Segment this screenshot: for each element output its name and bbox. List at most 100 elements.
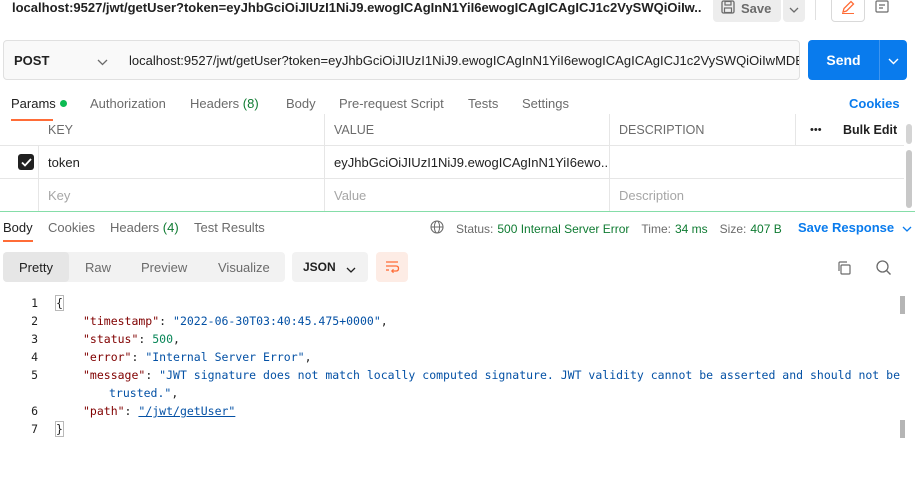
panel-resize-handle[interactable] (0, 211, 915, 212)
code-line-5: "message": "JWT signature does not match… (83, 368, 900, 382)
edit-button[interactable] (831, 0, 865, 22)
line-number: 4 (31, 350, 38, 364)
format-label: JSON (303, 260, 336, 274)
editor-scrollbar-bottom[interactable] (900, 420, 905, 438)
send-button[interactable]: Send (808, 40, 879, 80)
param-key[interactable]: token (38, 146, 324, 178)
json-link[interactable]: "/jwt/getUser" (138, 404, 235, 418)
response-tab-body[interactable]: Body (3, 220, 33, 235)
time-value[interactable]: 34 ms (675, 222, 708, 236)
pencil-icon (840, 0, 856, 18)
save-response-label: Save Response (798, 220, 895, 235)
cookies-link[interactable]: Cookies (849, 96, 900, 111)
tab-tests[interactable]: Tests (468, 96, 498, 111)
tab-headers-label: Headers (190, 96, 240, 111)
code-line-7: } (55, 420, 64, 438)
response-view-switcher: Pretty Raw Preview Visualize (3, 252, 285, 282)
code-line-5-wrap: trusted.", (109, 386, 179, 400)
json-key: "message" (83, 368, 146, 382)
documentation-icon (874, 0, 890, 18)
view-visualize-button[interactable]: Visualize (218, 252, 270, 282)
copy-icon[interactable] (836, 260, 852, 279)
documentation-button[interactable] (868, 0, 896, 22)
bulk-edit-button[interactable]: Bulk Edit (833, 114, 904, 145)
format-select[interactable]: JSON (292, 252, 368, 282)
view-pretty-button[interactable]: Pretty (3, 252, 69, 282)
code-line-3: "status": 500, (83, 332, 180, 346)
param-new-row: Key Value Description (0, 179, 904, 211)
size-value[interactable]: 407 B (750, 222, 781, 236)
col-divider (795, 114, 796, 145)
tab-headers[interactable]: Headers (8) (190, 96, 259, 111)
json-key: "path" (83, 404, 125, 418)
toolbar-divider (815, 0, 816, 20)
response-meta: Status: 500 Internal Server Error Time: … (430, 220, 782, 237)
checkmark-icon (18, 154, 34, 170)
request-name[interactable]: localhost:9527/jwt/getUser?token=eyJhbGc… (12, 0, 702, 16)
params-scrollbar-thumb[interactable] (906, 150, 912, 208)
response-headers-label: Headers (110, 220, 160, 235)
tab-params-label: Params (11, 96, 56, 111)
response-tab-headers[interactable]: Headers (4) (110, 220, 179, 235)
tab-settings[interactable]: Settings (522, 96, 569, 111)
chevron-down-icon (888, 53, 899, 68)
param-description[interactable] (609, 146, 904, 178)
active-response-tab-indicator (3, 240, 33, 242)
save-icon (721, 0, 735, 17)
response-tab-cookies[interactable]: Cookies (48, 220, 95, 235)
open-brace: { (55, 295, 64, 311)
param-enabled-checkbox[interactable] (8, 146, 38, 178)
view-preview-button[interactable]: Preview (141, 252, 187, 282)
col-value-header: VALUE (334, 122, 375, 137)
json-string: trusted." (109, 386, 172, 400)
chevron-down-icon (789, 1, 799, 16)
size-label: Size: (719, 221, 747, 236)
save-options-button[interactable] (783, 0, 805, 22)
new-description-input[interactable]: Description (609, 179, 904, 211)
code-line-1: { (55, 294, 64, 312)
send-options-button[interactable] (880, 40, 907, 80)
line-number: 5 (31, 368, 38, 382)
request-title-bar: localhost:9527/jwt/getUser?token=eyJhbGc… (0, 0, 915, 30)
globe-icon[interactable] (430, 220, 444, 237)
json-string: "2022-06-30T03:40:45.475+0000" (173, 314, 381, 328)
editor-scrollbar-top[interactable] (900, 296, 905, 314)
json-string: "JWT signature does not match locally co… (159, 368, 900, 382)
tab-prerequest-script[interactable]: Pre-request Script (339, 96, 444, 111)
code-line-6: "path": "/jwt/getUser" (83, 404, 236, 418)
method-select[interactable]: POST (3, 40, 119, 80)
line-number: 3 (31, 332, 38, 346)
search-icon[interactable] (875, 259, 892, 279)
chevron-down-icon (97, 54, 108, 69)
status-label: Status: (456, 221, 494, 236)
json-number: 500 (152, 332, 174, 346)
params-header-row: KEY VALUE DESCRIPTION ••• Bulk Edit (0, 114, 904, 146)
response-tab-test-results[interactable]: Test Results (194, 220, 265, 235)
time-label: Time: (641, 221, 671, 236)
close-brace: } (55, 421, 64, 437)
params-active-dot (59, 100, 67, 107)
json-key: "timestamp" (83, 314, 160, 328)
status-value[interactable]: 500 Internal Server Error (497, 222, 629, 236)
line-number: 2 (31, 314, 38, 328)
more-options-button[interactable]: ••• (800, 114, 830, 145)
chevron-down-icon (346, 262, 356, 276)
wrap-lines-button[interactable] (376, 252, 408, 282)
line-number: 7 (31, 422, 38, 436)
url-input[interactable]: localhost:9527/jwt/getUser?token=eyJhbGc… (118, 40, 800, 80)
new-value-input[interactable]: Value (324, 179, 609, 211)
save-button[interactable]: Save (713, 0, 781, 22)
tab-authorization[interactable]: Authorization (90, 96, 166, 111)
code-line-4: "error": "Internal Server Error", (83, 350, 312, 364)
tab-params[interactable]: Params (11, 96, 67, 111)
json-key: "status" (83, 332, 139, 346)
method-label: POST (14, 52, 50, 68)
line-number: 1 (31, 296, 38, 310)
tab-body[interactable]: Body (286, 96, 316, 111)
new-key-input[interactable]: Key (38, 179, 324, 211)
chevron-down-icon (902, 220, 912, 235)
param-value[interactable]: eyJhbGciOiJIUzI1NiJ9.ewogICAgInN1YiI6ewo… (324, 146, 609, 178)
params-scrollbar[interactable] (906, 124, 912, 144)
save-response-button[interactable]: Save Response (798, 220, 912, 235)
view-raw-button[interactable]: Raw (85, 252, 111, 282)
